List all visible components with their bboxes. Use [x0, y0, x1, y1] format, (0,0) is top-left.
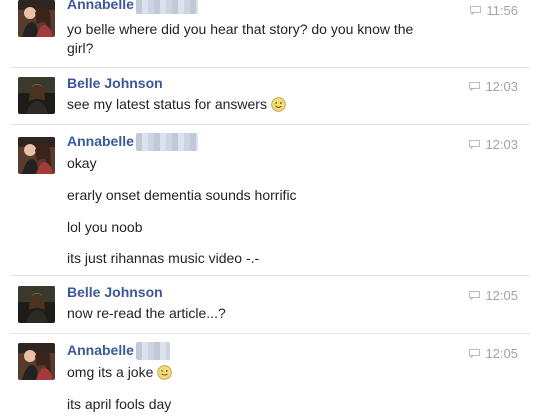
- sender-name[interactable]: Annabelle: [67, 133, 198, 152]
- redacted-surname: [135, 0, 198, 15]
- message-text: lol you noob: [67, 219, 143, 235]
- message-text: see my latest status for answers: [67, 96, 286, 112]
- divider: [10, 333, 530, 334]
- timestamp: 12:05: [469, 288, 518, 303]
- sender-name[interactable]: Belle Johnson: [67, 75, 163, 91]
- message-text: its just rihannas music video -.-: [67, 250, 260, 266]
- chat-bubble-icon: [469, 291, 481, 300]
- redacted-surname: [135, 133, 198, 152]
- timestamp-text: 12:03: [485, 79, 518, 94]
- message-group: Annabelle 12:05 omg its a joke its april…: [0, 342, 540, 416]
- sender-name-text: Annabelle: [67, 133, 134, 149]
- sender-name[interactable]: Belle Johnson: [67, 284, 163, 300]
- message-group: Belle Johnson 12:03 see my latest status…: [0, 75, 540, 125]
- message-thread: Annabelle 11:56 yo belle where did you h…: [0, 0, 540, 416]
- message-text-content: see my latest status for answers: [67, 96, 267, 112]
- smile-emoji-icon: [271, 97, 286, 112]
- chat-bubble-icon: [469, 82, 481, 91]
- sender-name-text: Annabelle: [67, 0, 134, 12]
- timestamp: 12:05: [469, 346, 518, 361]
- avatar[interactable]: [18, 286, 55, 323]
- timestamp: 11:56: [470, 3, 518, 18]
- message-text: okay: [67, 155, 97, 171]
- tongue-emoji-icon: [157, 365, 173, 380]
- timestamp-text: 11:56: [486, 3, 518, 18]
- chat-bubble-icon: [469, 349, 481, 358]
- divider: [10, 67, 530, 68]
- timestamp: 12:03: [469, 137, 518, 152]
- redacted-surname: [135, 342, 170, 361]
- chat-bubble-icon: [469, 140, 481, 149]
- timestamp-text: 12:03: [485, 137, 518, 152]
- divider: [10, 124, 530, 125]
- message-group: Belle Johnson 12:05 now re-read the arti…: [0, 284, 540, 334]
- message-text: erarly onset dementia sounds horrific: [67, 187, 297, 203]
- message-text: yo belle where did you hear that story? …: [67, 21, 414, 37]
- timestamp-text: 12:05: [485, 346, 518, 361]
- sender-name[interactable]: Annabelle: [67, 0, 198, 15]
- message-group: Annabelle 12:03 okay erarly onset dement…: [0, 133, 540, 273]
- message-text-content: omg its a joke: [67, 364, 154, 380]
- message-text: girl?: [67, 40, 94, 56]
- message-text: omg its a joke: [67, 364, 173, 380]
- message-text: its april fools day: [67, 396, 172, 412]
- chat-bubble-icon: [470, 6, 482, 15]
- timestamp-text: 12:05: [485, 288, 518, 303]
- message-text: now re-read the article...?: [67, 305, 226, 321]
- divider: [10, 275, 530, 276]
- sender-name[interactable]: Annabelle: [67, 342, 170, 361]
- avatar[interactable]: [18, 0, 55, 37]
- avatar[interactable]: [18, 343, 55, 380]
- timestamp: 12:03: [469, 79, 518, 94]
- avatar[interactable]: [18, 137, 55, 174]
- message-group: Annabelle 11:56 yo belle where did you h…: [0, 0, 540, 72]
- avatar[interactable]: [18, 77, 55, 114]
- sender-name-text: Annabelle: [67, 342, 134, 358]
